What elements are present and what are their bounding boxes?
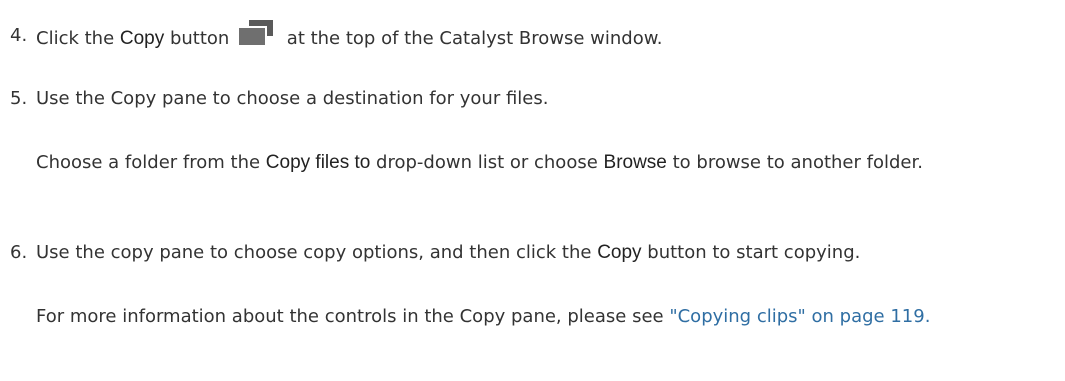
copy-files-to-label: Copy files to: [265, 152, 371, 173]
step-6-note: For more information about the controls …: [36, 306, 931, 327]
copy-label: Copy: [119, 28, 165, 49]
copy-icon: [239, 20, 275, 46]
step-text: Use the copy pane to choose copy options…: [36, 242, 861, 263]
step-number: 6.: [10, 242, 28, 263]
browse-label: Browse: [603, 152, 667, 173]
step-text: Click the Copy button at the top of the …: [36, 20, 663, 55]
step-number: 5.: [10, 88, 28, 109]
copying-clips-link[interactable]: "Copying clips" on page 119.: [669, 306, 930, 327]
step-text: Use the Copy pane to choose a destinatio…: [36, 88, 549, 109]
step-number: 4.: [10, 25, 28, 46]
step-5-note: Choose a folder from the Copy files to d…: [36, 152, 923, 173]
copy-label: Copy: [597, 242, 642, 263]
